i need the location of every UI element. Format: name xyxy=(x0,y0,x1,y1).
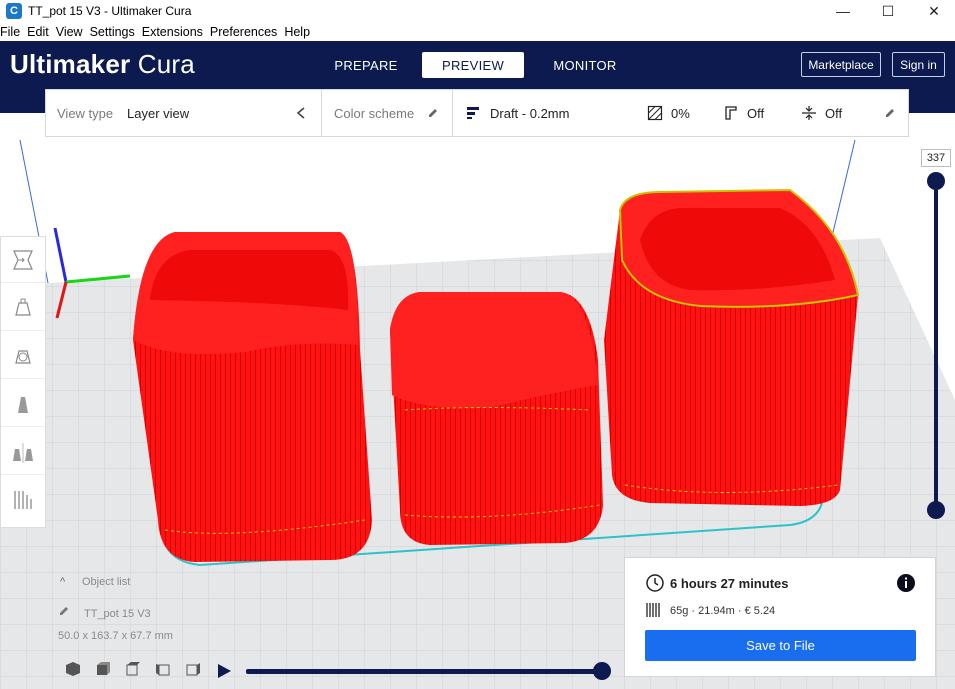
menu-bar: File Edit View Settings Extensions Prefe… xyxy=(0,22,955,41)
adhesion-icon xyxy=(801,90,817,136)
profile-value[interactable]: Draft - 0.2mm xyxy=(490,106,569,121)
support-value[interactable]: Off xyxy=(747,106,764,121)
minimize-button[interactable]: — xyxy=(820,0,866,22)
logo-light: Cura xyxy=(137,49,195,79)
object-list-label: Object list xyxy=(82,576,131,588)
play-icon[interactable] xyxy=(216,663,232,684)
top-view-icon[interactable] xyxy=(118,659,148,679)
pot-middle xyxy=(390,292,603,545)
menu-file[interactable]: File xyxy=(0,25,20,39)
window-titlebar: C TT_pot 15 V3 - Ultimaker Cura — ☐ ✕ xyxy=(0,0,955,22)
layer-slider-bottom-handle[interactable] xyxy=(927,501,945,519)
cura-app-icon: C xyxy=(6,3,22,19)
right-view-icon[interactable] xyxy=(178,659,208,679)
spool-icon xyxy=(645,602,663,623)
marketplace-button[interactable]: Marketplace xyxy=(801,52,881,77)
info-icon[interactable] xyxy=(897,574,915,597)
menu-help[interactable]: Help xyxy=(284,25,310,39)
rotate-tool-icon[interactable] xyxy=(1,333,45,379)
pot-right xyxy=(604,188,860,506)
object-dimensions: 50.0 x 163.7 x 67.7 mm xyxy=(58,630,173,642)
path-slider-handle[interactable] xyxy=(593,662,611,680)
tab-prepare[interactable]: PREPARE xyxy=(330,52,402,78)
app-logo: Ultimaker Cura xyxy=(10,49,195,80)
camera-view-buttons xyxy=(58,659,208,679)
path-slider-track[interactable] xyxy=(246,669,602,674)
chevron-up-icon: ^ xyxy=(60,576,66,588)
support-icon xyxy=(723,90,739,136)
adhesion-value[interactable]: Off xyxy=(825,106,842,121)
tool-panel xyxy=(0,236,46,528)
view-toolbar: View type Layer view Color scheme Draft … xyxy=(45,89,909,137)
object-name: TT_pot 15 V3 xyxy=(84,608,151,620)
layer-slider-track[interactable] xyxy=(934,181,938,510)
clock-icon xyxy=(645,573,665,598)
left-view-icon[interactable] xyxy=(148,659,178,679)
logo-bold: Ultimaker xyxy=(10,49,131,79)
menu-extensions[interactable]: Extensions xyxy=(142,25,203,39)
pencil-icon[interactable] xyxy=(427,90,439,136)
infill-icon xyxy=(647,90,663,136)
move-tool-icon[interactable] xyxy=(1,237,45,283)
maximize-button[interactable]: ☐ xyxy=(865,0,911,22)
menu-settings[interactable]: Settings xyxy=(90,25,135,39)
menu-edit[interactable]: Edit xyxy=(27,25,49,39)
window-title: TT_pot 15 V3 - Ultimaker Cura xyxy=(28,4,192,18)
layer-slider-top-handle[interactable] xyxy=(927,172,945,190)
print-time: 6 hours 27 minutes xyxy=(670,576,789,591)
profile-icon xyxy=(466,90,482,136)
print-info-panel: 6 hours 27 minutes 65g · 21.94m · € 5.24… xyxy=(624,557,936,677)
color-scheme-label[interactable]: Color scheme xyxy=(334,106,414,121)
object-name-row[interactable]: TT_pot 15 V3 xyxy=(58,605,151,620)
mirror-tool-icon[interactable] xyxy=(1,381,45,427)
save-to-file-button[interactable]: Save to File xyxy=(645,630,916,661)
close-button[interactable]: ✕ xyxy=(911,0,955,22)
tab-preview[interactable]: PREVIEW xyxy=(422,52,524,78)
menu-preferences[interactable]: Preferences xyxy=(210,25,277,39)
view-type-label: View type xyxy=(57,105,114,121)
infill-value[interactable]: 0% xyxy=(671,106,690,121)
chevron-left-icon[interactable] xyxy=(296,90,306,136)
object-list-header[interactable]: ^ Object list xyxy=(60,576,130,588)
pot-left xyxy=(133,232,372,562)
per-model-settings-icon[interactable] xyxy=(1,429,45,475)
signin-button[interactable]: Sign in xyxy=(892,52,945,77)
material-estimate: 65g · 21.94m · € 5.24 xyxy=(670,605,776,617)
pencil-icon xyxy=(58,605,72,620)
menu-view[interactable]: View xyxy=(56,25,83,39)
support-blocker-icon[interactable] xyxy=(1,477,45,523)
layer-number-input[interactable]: 337 xyxy=(921,149,951,167)
front-view-icon[interactable] xyxy=(88,659,118,679)
3d-view-icon[interactable] xyxy=(58,659,88,679)
scale-tool-icon[interactable] xyxy=(1,285,45,331)
view-type-select[interactable]: Layer view xyxy=(127,106,189,121)
tab-monitor[interactable]: MONITOR xyxy=(546,52,624,78)
settings-pencil-icon[interactable] xyxy=(884,90,896,136)
